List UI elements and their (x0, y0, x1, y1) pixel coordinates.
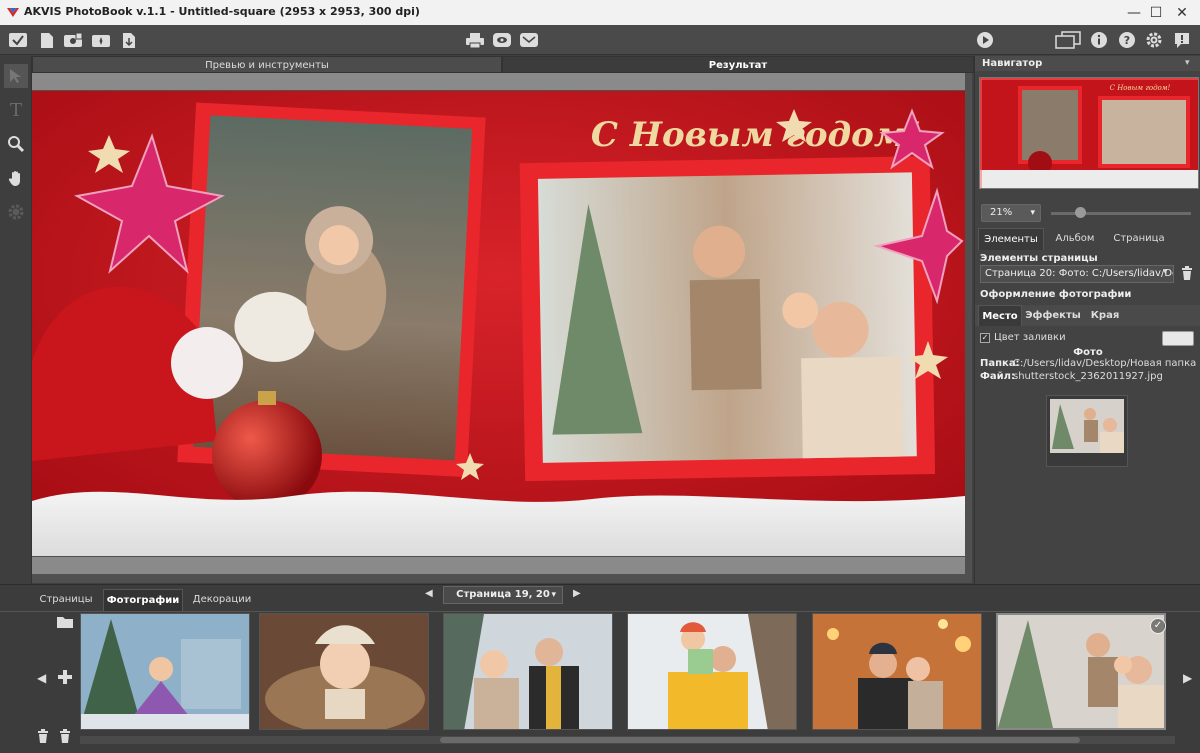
fill-color-label: Цвет заливки (994, 332, 1066, 343)
album-page[interactable]: С Новым годом! (32, 91, 965, 556)
notify-icon[interactable] (1171, 29, 1193, 51)
photo-thumbnail[interactable] (1046, 395, 1128, 467)
tab-divider (0, 611, 1200, 612)
settings-icon[interactable] (1143, 29, 1165, 51)
tab-preview-tools[interactable]: Превью и инструменты (32, 56, 502, 73)
folder-value: C:/Users/lidav/Desktop/Новая папка (1013, 358, 1197, 369)
tab-decorations[interactable]: Декорации (190, 589, 254, 611)
tab-result[interactable]: Результат (502, 56, 974, 73)
delete-one-icon[interactable] (37, 729, 49, 746)
add-icon[interactable] (57, 669, 73, 688)
navigator-preview[interactable]: С Новым годом! (979, 77, 1199, 189)
tab-photos[interactable]: Фотографии (103, 589, 183, 611)
greeting-text: С Новым годом! (591, 115, 921, 155)
new-page-icon[interactable] (36, 29, 58, 51)
photo-thumb[interactable] (259, 613, 429, 730)
svg-text:?: ? (1124, 34, 1130, 47)
select-tool-icon[interactable] (4, 64, 28, 88)
page-margin-top (32, 73, 965, 90)
tab-effects[interactable]: Эффекты (1025, 305, 1081, 326)
selected-check-icon: ✓ (1150, 618, 1166, 634)
zoom-slider-handle[interactable] (1075, 207, 1086, 218)
gear-tool-icon[interactable] (4, 200, 28, 224)
zoom-slider[interactable] (1051, 212, 1191, 215)
next-page-arrow-icon[interactable]: ▶ (573, 588, 581, 599)
tab-elements[interactable]: Элементы (978, 228, 1044, 250)
page-selector[interactable]: Страница 19, 20 ▾ (443, 586, 563, 604)
tool-sidebar: T (0, 56, 32, 584)
zoom-select[interactable]: 21% ▾ (981, 204, 1041, 222)
folder-icon[interactable] (56, 615, 74, 632)
photo-thumb[interactable] (80, 613, 250, 730)
tab-pages[interactable]: Страницы (36, 589, 96, 611)
fill-color-checkbox[interactable]: ✓ (980, 333, 990, 343)
photo-heading: Фото (1073, 347, 1103, 358)
page-elements-label: Элементы страницы (980, 253, 1098, 264)
file-label: Файл: (980, 371, 1015, 382)
panel-menu-icon[interactable]: ▾ (1185, 58, 1190, 68)
photo-design-label: Оформление фотографии (980, 289, 1132, 300)
tab-page[interactable]: Страница (1107, 228, 1171, 250)
photo-thumb-selected[interactable] (996, 613, 1166, 730)
hand-tool-icon[interactable] (4, 166, 28, 190)
text-tool-icon[interactable]: T (4, 98, 28, 122)
page-artwork: С Новым годом! (32, 91, 965, 556)
share-icon[interactable] (518, 29, 540, 51)
page-margin-bottom (32, 557, 965, 574)
photo-thumb[interactable] (443, 613, 613, 730)
fill-color-swatch[interactable] (1162, 331, 1194, 346)
print-icon[interactable] (464, 29, 486, 51)
info-icon[interactable] (1088, 29, 1110, 51)
windows-icon[interactable] (1054, 29, 1082, 51)
app-logo-icon (7, 8, 19, 17)
select-chevron-icon: ▾ (1163, 267, 1168, 277)
main-toolbar: ? (0, 25, 1200, 55)
delete-all-icon[interactable] (59, 729, 71, 746)
scroll-right-arrow-icon[interactable]: ▶ (1183, 671, 1192, 685)
close-button[interactable]: ✕ (1160, 0, 1200, 25)
prev-page-arrow-icon[interactable]: ◀ (425, 588, 433, 599)
navigator-title: Навигатор (975, 56, 1200, 71)
apply-icon[interactable] (7, 29, 29, 51)
tab-album[interactable]: Альбом (1045, 228, 1105, 250)
scrollbar-thumb[interactable] (440, 737, 1080, 743)
add-decoration-icon[interactable] (90, 29, 112, 51)
title-bar: AKVIS PhotoBook v.1.1 - Untitled-square … (0, 0, 1200, 25)
tab-edges[interactable]: Края (1085, 305, 1125, 326)
help-icon[interactable]: ? (1116, 29, 1138, 51)
right-panel: Навигатор ▾ С Новым годом! 21% ▾ Элементы… (974, 56, 1200, 584)
thumbnail-scrollbar[interactable] (80, 736, 1175, 744)
window-title: AKVIS PhotoBook v.1.1 - Untitled-square … (24, 5, 420, 18)
preview-icon[interactable] (491, 29, 513, 51)
page-element-select[interactable]: Страница 20: Фото: C:/Users/lidav/Deskt.… (980, 265, 1174, 283)
export-icon[interactable] (118, 29, 140, 51)
tab-place[interactable]: Место (978, 305, 1022, 326)
file-value: shutterstock_2362011927.jpg (1013, 371, 1163, 382)
scroll-left-arrow-icon[interactable]: ◀ (37, 671, 46, 685)
add-photo-icon[interactable] (62, 29, 84, 51)
svg-text:С Новым годом!: С Новым годом! (1110, 84, 1171, 92)
photo-thumb[interactable] (627, 613, 797, 730)
photo-thumb[interactable] (812, 613, 982, 730)
zoom-tool-icon[interactable] (4, 132, 28, 156)
trash-icon[interactable] (1181, 266, 1193, 283)
play-icon[interactable] (974, 29, 996, 51)
